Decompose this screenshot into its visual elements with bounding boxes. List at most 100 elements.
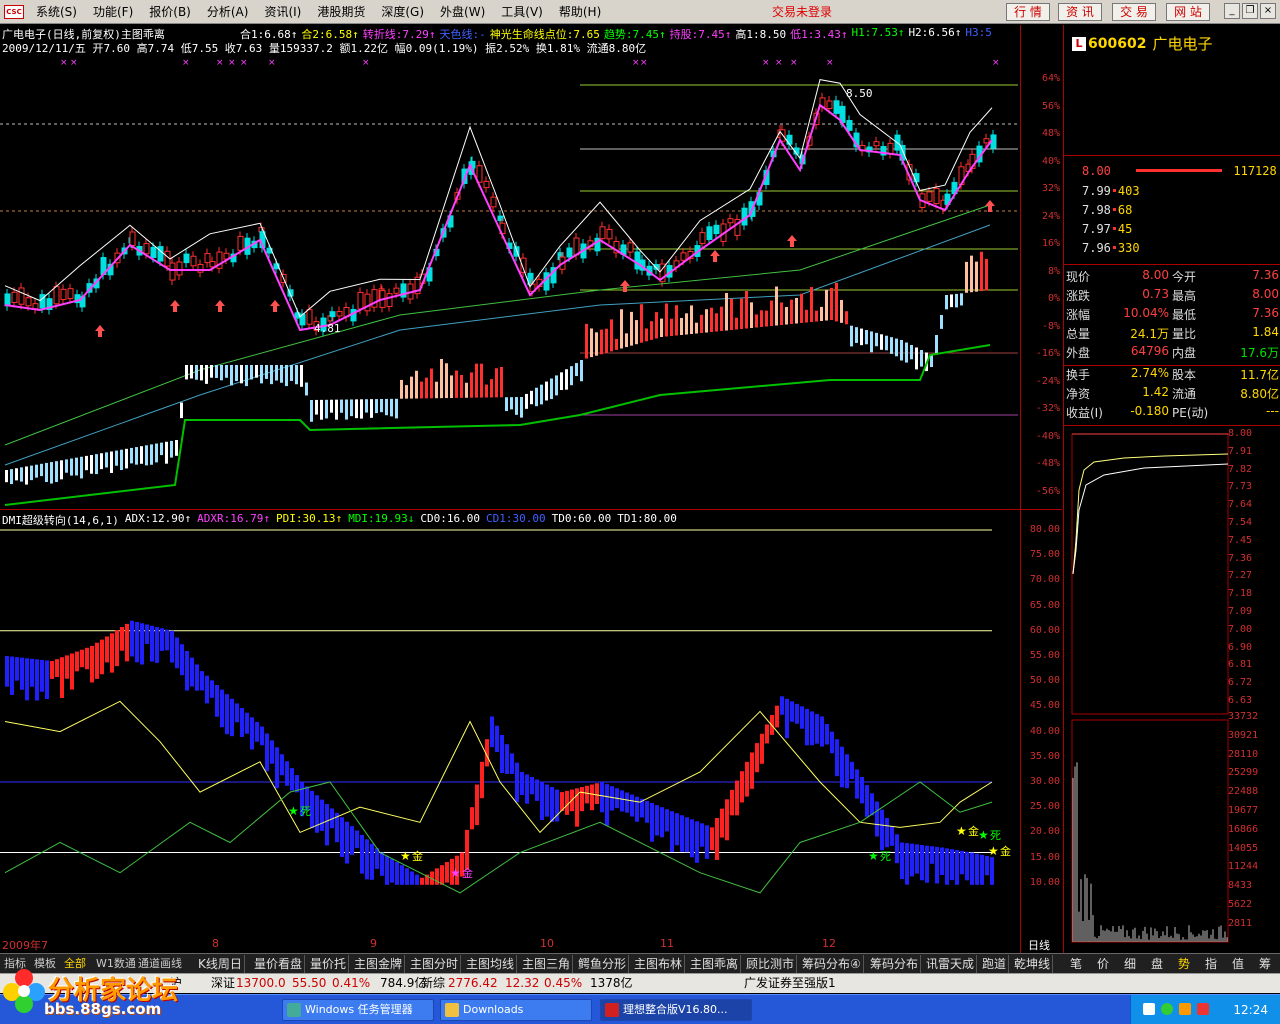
histogram-bar (55, 461, 58, 483)
adx-bar (725, 799, 729, 841)
indicator-tab[interactable]: 筹码分布④ (800, 955, 864, 973)
menu-quote[interactable]: 报价(B) (141, 3, 199, 20)
adx-bar (365, 839, 369, 880)
quote-button[interactable]: 行 情 (1006, 3, 1050, 21)
adx-bar (70, 653, 74, 690)
adx-bar (55, 659, 59, 678)
website-button[interactable]: 网 站 (1166, 3, 1210, 21)
indicator-tab[interactable]: 主图乖离 (688, 955, 742, 973)
adx-bar (195, 664, 199, 691)
adx-bar (340, 817, 344, 857)
kline-chart-area[interactable]: 广电电子(日线,前复权)主图乖离 合1:6.68↑ 合2:6.58↑ 转折线:7.2… (0, 25, 1062, 953)
histogram-bar (105, 452, 108, 468)
shield-icon[interactable] (1197, 1003, 1209, 1015)
candle (32, 303, 39, 310)
indicator-tab[interactable]: 主图分时 (408, 955, 462, 973)
histogram-bar (510, 397, 513, 410)
indicator-tab[interactable]: 主图金牌 (352, 955, 406, 973)
indicator-tab[interactable]: 量价看盘 (252, 955, 306, 973)
adx-bar (860, 776, 864, 804)
histogram-bar (325, 399, 328, 419)
candle (190, 255, 197, 267)
histogram-bar (820, 306, 823, 321)
news-ticker[interactable]: 广发证券至强版1 (744, 974, 836, 993)
price-tick: 6.81 (1228, 659, 1253, 671)
adx-bar (480, 761, 484, 799)
axis-tick: -40% (1035, 430, 1060, 442)
histogram-bar (360, 399, 363, 419)
panel-tab[interactable]: 势 (1178, 955, 1190, 973)
date-tick: 12 (822, 937, 836, 950)
volume-icon[interactable] (1179, 1003, 1191, 1015)
panel-tab[interactable]: 指 (1205, 955, 1217, 973)
security-icon[interactable] (1161, 1003, 1173, 1015)
network-icon[interactable] (1143, 1003, 1155, 1015)
axis-tick: 65.00 (1029, 599, 1060, 611)
adx-bar (890, 826, 894, 846)
histogram-bar (25, 466, 28, 485)
adx-bar (15, 657, 19, 681)
adx-bar (820, 716, 824, 747)
indicator-tab[interactable]: 讯雷天成 (924, 955, 978, 973)
adx-bar (800, 706, 804, 729)
histogram-bar (750, 302, 753, 328)
panel-tab[interactable]: 筹 (1259, 955, 1271, 973)
clock[interactable]: 12:24 (1233, 1003, 1268, 1017)
histogram-bar (30, 465, 33, 481)
indicator-tab[interactable]: 主图三角 (520, 955, 574, 973)
menu-system[interactable]: 系统(S) (28, 3, 85, 20)
trade-button[interactable]: 交 易 (1112, 3, 1156, 21)
panel-tab[interactable]: 笔 (1070, 955, 1082, 973)
task-task-manager[interactable]: Windows 任务管理器 (282, 999, 434, 1021)
adx-bar (75, 651, 79, 672)
adx-bar (395, 862, 399, 885)
candle (364, 293, 371, 312)
menu-tools[interactable]: 工具(V) (493, 3, 551, 20)
adx-bar (240, 708, 244, 737)
menu-help[interactable]: 帮助(H) (551, 3, 609, 20)
menu-foreign[interactable]: 外盘(W) (432, 3, 493, 20)
histogram-bar (220, 365, 223, 381)
menu-hk-futures[interactable]: 港股期货 (309, 3, 373, 20)
panel-tab[interactable]: 细 (1124, 955, 1136, 973)
price-tick: 7.64 (1228, 499, 1253, 511)
close-icon[interactable]: × (1260, 3, 1276, 19)
histogram-bar (880, 334, 883, 350)
indicator-tab[interactable]: 跑道 (980, 955, 1010, 973)
news-button[interactable]: 资 讯 (1058, 3, 1102, 21)
menu-info[interactable]: 资讯(I) (256, 3, 309, 20)
indicator-tab[interactable]: K线周日 (196, 955, 245, 973)
adx-bar (155, 627, 159, 663)
indicator-tab[interactable]: 鳄鱼分形 (576, 955, 630, 973)
menu-depth[interactable]: 深度(G) (373, 3, 432, 20)
histogram-bar (745, 291, 748, 329)
adx-bar (600, 782, 604, 813)
histogram-bar (730, 298, 733, 330)
menu-function[interactable]: 功能(F) (85, 3, 141, 20)
indicator-tab[interactable]: 顾比测市 (744, 955, 798, 973)
histogram-bar (840, 299, 843, 323)
price-tick: 7.00 (1228, 623, 1253, 635)
stat-row: 外盘 64796 内盘 17.6万 (1064, 344, 1280, 363)
indicator-tab[interactable]: 主图均线 (464, 955, 518, 973)
indicator-tab[interactable]: 乾坤线 (1012, 955, 1054, 973)
candle (826, 100, 833, 110)
indicator-tab[interactable]: 筹码分布 (868, 955, 922, 973)
login-status[interactable]: 交易未登录 (772, 3, 832, 20)
task-stock-app[interactable]: 理想整合版V16.80... (600, 999, 752, 1021)
restore-icon[interactable]: ❐ (1242, 3, 1258, 19)
panel-tab[interactable]: 值 (1232, 955, 1244, 973)
task-downloads[interactable]: Downloads (440, 999, 592, 1021)
adx-bar (735, 780, 739, 816)
x-marker: × (362, 58, 370, 68)
indicator-tab[interactable]: 量价托 (308, 955, 350, 973)
adx-bar (700, 823, 704, 847)
sz-value: 13700.0 (236, 976, 286, 990)
panel-tab[interactable]: 盘 (1151, 955, 1163, 973)
indicator-tab[interactable]: 主图布林 (632, 955, 686, 973)
menu-analysis[interactable]: 分析(A) (199, 3, 257, 20)
adx-bar (585, 785, 589, 804)
panel-tab[interactable]: 价 (1097, 955, 1109, 973)
minimize-icon[interactable]: _ (1224, 3, 1240, 19)
adx-bar (545, 784, 549, 817)
